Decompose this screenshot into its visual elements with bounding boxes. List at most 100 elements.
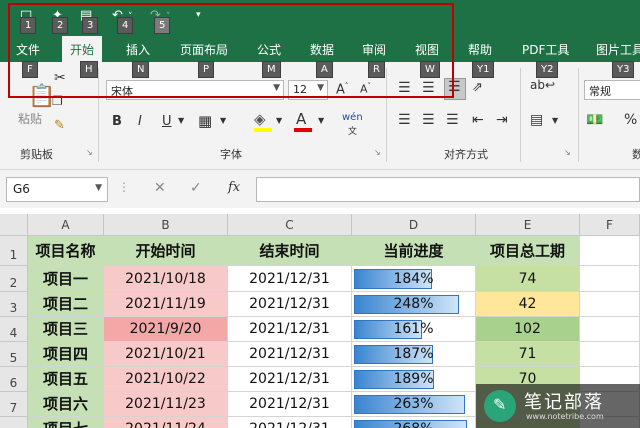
font-name-combo[interactable]: 宋体 ▼ xyxy=(106,80,284,100)
cancel-icon[interactable]: ✕ xyxy=(154,180,166,196)
progress-cell[interactable]: 263% xyxy=(352,392,476,417)
progress-cell[interactable]: 184% xyxy=(352,266,476,292)
chevron-down-icon[interactable]: ▼ xyxy=(178,116,184,125)
insert-function-button[interactable]: fx xyxy=(228,180,240,195)
chevron-down-icon[interactable]: ▼ xyxy=(220,116,226,125)
align-bottom-button[interactable]: ☰ xyxy=(444,78,466,100)
increase-indent-icon[interactable]: ⇥ xyxy=(496,112,508,128)
column-header-a[interactable]: A xyxy=(28,214,104,236)
tab-view[interactable]: 视图 xyxy=(415,41,439,58)
tab-pdf-tools[interactable]: PDF工具 xyxy=(522,41,569,58)
chevron-down-icon[interactable]: ▼ xyxy=(95,183,102,193)
end-date-cell[interactable]: 2021/12/31 xyxy=(228,317,352,342)
progress-cell[interactable]: 189% xyxy=(352,367,476,392)
end-date-cell[interactable]: 2021/12/31 xyxy=(228,367,352,392)
align-right-icon[interactable]: ☰ xyxy=(446,112,459,128)
end-date-cell[interactable]: 2021/12/31 xyxy=(228,417,352,428)
empty-cell[interactable] xyxy=(580,292,640,317)
project-name-cell[interactable]: 项目一 xyxy=(28,266,104,292)
end-date-cell[interactable]: 2021/12/31 xyxy=(228,342,352,367)
table-cell-empty[interactable] xyxy=(580,236,640,266)
align-top-icon[interactable]: ☰ xyxy=(398,80,411,96)
formula-input[interactable] xyxy=(256,177,640,202)
row-header-5[interactable]: 5 xyxy=(0,342,28,367)
format-painter-icon[interactable]: ✎ xyxy=(54,118,65,133)
table-header-cell[interactable]: 结束时间 xyxy=(228,236,352,266)
fill-color-icon[interactable]: ◈ xyxy=(254,110,266,128)
borders-icon[interactable]: ▦ xyxy=(198,112,212,130)
enter-icon[interactable]: ✓ xyxy=(190,180,202,196)
orientation-icon[interactable]: ⇗ xyxy=(472,80,483,95)
row-header-6[interactable]: 6 xyxy=(0,367,28,392)
duration-cell[interactable]: 42 xyxy=(476,292,580,317)
font-color-icon[interactable]: A xyxy=(296,110,306,128)
start-date-cell[interactable]: 2021/10/18 xyxy=(104,266,228,292)
row-header-7[interactable]: 7 xyxy=(0,392,28,417)
phonetic-guide-button[interactable]: wén xyxy=(342,112,363,123)
progress-cell[interactable]: 187% xyxy=(352,342,476,367)
tab-page-layout[interactable]: 页面布局 xyxy=(180,41,228,58)
chevron-down-icon[interactable]: ▼ xyxy=(276,116,282,125)
chevron-down-icon[interactable]: ▼ xyxy=(552,116,558,125)
end-date-cell[interactable]: 2021/12/31 xyxy=(228,392,352,417)
table-header-cell[interactable]: 项目名称 xyxy=(28,236,104,266)
row-header-2[interactable]: 2 xyxy=(0,266,28,292)
font-launcher-icon[interactable]: ↘ xyxy=(374,148,381,157)
tab-file[interactable]: 文件 xyxy=(16,41,40,58)
table-header-cell[interactable]: 开始时间 xyxy=(104,236,228,266)
start-date-cell[interactable]: 2021/9/20 xyxy=(104,317,228,342)
tab-data[interactable]: 数据 xyxy=(310,41,334,58)
tab-picture-tools[interactable]: 图片工具 xyxy=(596,41,640,58)
accounting-format-icon[interactable]: 💵 xyxy=(586,112,603,128)
font-size-combo[interactable]: 12 ▼ xyxy=(288,80,328,100)
table-header-cell[interactable]: 项目总工期 xyxy=(476,236,580,266)
paste-label[interactable]: 粘贴 xyxy=(18,110,42,127)
percent-icon[interactable]: % xyxy=(624,112,637,128)
empty-cell[interactable] xyxy=(580,266,640,292)
row-header-3[interactable]: 3 xyxy=(0,292,28,317)
tab-insert[interactable]: 插入 xyxy=(126,41,150,58)
bold-button[interactable]: B xyxy=(112,114,122,129)
start-date-cell[interactable]: 2021/10/21 xyxy=(104,342,228,367)
name-box[interactable]: G6 ▼ xyxy=(6,177,108,202)
customize-qat-icon[interactable]: ▾ xyxy=(196,10,201,20)
column-header-d[interactable]: D xyxy=(352,214,476,236)
italic-button[interactable]: I xyxy=(138,114,142,129)
decrease-font-icon[interactable]: A˅ xyxy=(360,82,371,96)
duration-cell[interactable]: 74 xyxy=(476,266,580,292)
select-all-corner[interactable] xyxy=(0,214,28,236)
start-date-cell[interactable]: 2021/11/24 xyxy=(104,417,228,428)
progress-cell[interactable]: 248% xyxy=(352,292,476,317)
row-header-8[interactable]: 8 xyxy=(0,417,28,428)
copy-icon[interactable]: ❐ xyxy=(52,94,63,108)
end-date-cell[interactable]: 2021/12/31 xyxy=(228,266,352,292)
duration-cell[interactable]: 102 xyxy=(476,317,580,342)
start-date-cell[interactable]: 2021/10/22 xyxy=(104,367,228,392)
project-name-cell[interactable]: 项目二 xyxy=(28,292,104,317)
progress-cell[interactable]: 161% xyxy=(352,317,476,342)
decrease-indent-icon[interactable]: ⇤ xyxy=(472,112,484,128)
tab-home[interactable]: 开始 xyxy=(62,36,103,62)
project-name-cell[interactable]: 项目七 xyxy=(28,417,104,428)
progress-cell[interactable]: 268% xyxy=(352,417,476,428)
align-middle-icon[interactable]: ☰ xyxy=(422,80,435,96)
row-header-4[interactable]: 4 xyxy=(0,317,28,342)
duration-cell[interactable]: 71 xyxy=(476,342,580,367)
number-format-combo[interactable]: 常规 xyxy=(584,80,640,100)
tab-review[interactable]: 审阅 xyxy=(362,41,386,58)
align-center-icon[interactable]: ☰ xyxy=(422,112,435,128)
wrap-text-icon[interactable]: ab↩ xyxy=(530,78,555,92)
underline-button[interactable]: U xyxy=(162,114,172,129)
clipboard-launcher-icon[interactable]: ↘ xyxy=(86,148,93,157)
start-date-cell[interactable]: 2021/11/23 xyxy=(104,392,228,417)
align-left-icon[interactable]: ☰ xyxy=(398,112,411,128)
column-header-b[interactable]: B xyxy=(104,214,228,236)
end-date-cell[interactable]: 2021/12/31 xyxy=(228,292,352,317)
tab-formulas[interactable]: 公式 xyxy=(257,41,281,58)
cut-icon[interactable]: ✂ xyxy=(54,70,66,86)
project-name-cell[interactable]: 项目三 xyxy=(28,317,104,342)
tab-help[interactable]: 帮助 xyxy=(468,41,492,58)
project-name-cell[interactable]: 项目五 xyxy=(28,367,104,392)
table-header-cell[interactable]: 当前进度 xyxy=(352,236,476,266)
merge-center-icon[interactable]: ▤ xyxy=(530,112,543,128)
